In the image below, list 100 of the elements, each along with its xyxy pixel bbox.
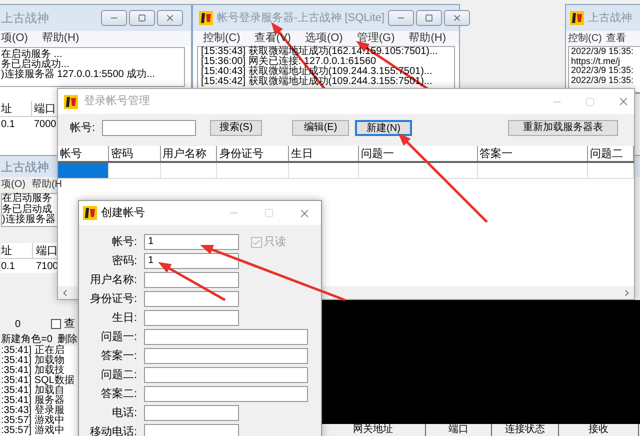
input-field[interactable]: [144, 424, 239, 436]
log-line: 在启动服务: [2, 194, 53, 204]
window-title: 上古战神: [1, 10, 49, 27]
column-header[interactable]: 用户名称: [160, 146, 218, 161]
window-title: 登录帐号管理: [84, 94, 150, 110]
toolbar-button[interactable]: 编辑(E): [292, 120, 349, 136]
field-label: 问题一:: [100, 330, 137, 345]
log-line: 2022/3/9 15:35:: [571, 76, 635, 85]
input-field[interactable]: [144, 386, 308, 402]
window-title: 帐号登录服务器-上古战神 [SQLite]: [217, 10, 384, 26]
close-icon: [452, 13, 462, 23]
table-cell-text: 7000: [33, 118, 58, 129]
column-header[interactable]: 生日: [289, 146, 359, 161]
log-line: 2022/3/9 15:35:: [571, 47, 635, 56]
column-header: 接收: [559, 424, 639, 436]
menu-item[interactable]: 选项(O): [304, 30, 343, 47]
column-header: 址: [1, 243, 33, 258]
column-header[interactable]: 帐号: [58, 146, 109, 161]
column-header: 端口: [426, 424, 492, 436]
close-icon: [165, 13, 175, 23]
input-field[interactable]: [144, 405, 239, 421]
column-header: 址: [0, 101, 32, 116]
log-line: )连接服务器 127.0.0.1:5500 成功...: [1, 70, 156, 80]
input-field[interactable]: [144, 329, 308, 345]
window-title: 创建帐号: [101, 206, 145, 221]
column-header[interactable]: 问题二: [588, 146, 634, 161]
close-button[interactable]: [444, 10, 470, 26]
maximize-icon: [425, 14, 434, 22]
menu-item[interactable]: 项(O): [1, 30, 28, 47]
log-line: 在启动服务 ...: [1, 50, 64, 60]
column-header[interactable]: 答案一: [478, 146, 588, 161]
table-row[interactable]: [58, 163, 634, 179]
field-label: 答案二:: [100, 386, 137, 402]
log-line: 务已启动成: [2, 204, 52, 214]
column-header: 连接状态: [492, 424, 559, 436]
log-line: :35:43] 登录服: [1, 406, 66, 416]
count-value: 0: [14, 318, 22, 332]
field-label: 电话:: [110, 406, 137, 421]
log-line: :35:57] 游戏中: [1, 416, 66, 426]
log-line: :35:41] 加载技: [1, 366, 64, 376]
checkbox-label: 只读: [264, 234, 286, 250]
toolbar-button[interactable]: 搜索(S): [210, 120, 262, 136]
stat-label: 删除: [57, 333, 78, 344]
field-label: 密码:: [110, 254, 137, 269]
menu-item[interactable]: 管理(G): [356, 30, 395, 47]
input-field[interactable]: [144, 348, 308, 364]
log-line: :35:41] 服务器: [1, 396, 66, 406]
maximize-icon[interactable]: [585, 96, 595, 106]
input-field[interactable]: [144, 272, 239, 288]
menu-item[interactable]: 帮助(H: [31, 177, 62, 192]
field-label: 帐号:: [70, 120, 96, 136]
table-cell-text: 0.1: [1, 260, 16, 273]
app-logo-icon: [83, 206, 97, 220]
toolbar-button[interactable]: 新建(N): [355, 120, 412, 136]
close-icon[interactable]: [617, 95, 630, 108]
log-line: )连接服务器: [2, 215, 56, 226]
field-label: 用户名称:: [88, 272, 137, 288]
table-cell-text: 0.1: [0, 118, 16, 129]
input-field[interactable]: [102, 120, 196, 136]
stat-label: 新建角色=0: [1, 332, 52, 344]
menu-item[interactable]: 帮助(H): [42, 30, 80, 47]
field-label: 帐号:: [110, 234, 137, 250]
maximize-icon: [138, 14, 146, 22]
column-header[interactable]: 身份证号: [217, 146, 290, 161]
maximize-button[interactable]: [416, 10, 442, 26]
input-field[interactable]: 1: [144, 234, 239, 250]
field-label: 移动电话:: [88, 424, 137, 436]
window-title: 上古战神: [1, 158, 49, 176]
column-header[interactable]: 问题一: [358, 146, 478, 161]
menu-item[interactable]: 查看: [606, 31, 626, 46]
log-line: :35:41] 加载自: [1, 386, 66, 396]
log-line: 务已启动成功...: [1, 60, 70, 70]
column-header[interactable]: 密码: [108, 146, 161, 161]
minimize-button[interactable]: [101, 10, 127, 26]
input-field[interactable]: [144, 310, 239, 326]
field-label: 答案一:: [100, 348, 137, 364]
input-field[interactable]: 1: [144, 253, 239, 269]
log-line: 2022/3/9 15:35:: [571, 66, 635, 76]
minimize-button[interactable]: [388, 10, 414, 26]
menu-item[interactable]: 项(O): [1, 177, 26, 192]
maximize-button[interactable]: [129, 10, 155, 26]
input-field[interactable]: [144, 367, 308, 383]
checkbox[interactable]: [51, 319, 61, 329]
menu-item[interactable]: 控制(C): [203, 30, 240, 47]
field-label: 身份证号:: [88, 292, 137, 307]
menu-item[interactable]: 帮助(H): [408, 30, 446, 47]
log-line: :35:57] 游戏中: [1, 426, 66, 436]
log-line: :35:41] SQL数据: [1, 376, 76, 386]
menu-item[interactable]: 控制(C): [568, 31, 602, 46]
field-label: 生日:: [110, 310, 137, 326]
input-field[interactable]: [144, 291, 239, 307]
maximize-icon[interactable]: [264, 208, 274, 218]
app-logo-icon: [570, 11, 584, 25]
app-logo-icon: [64, 94, 78, 108]
window-title: 上古战神: [588, 10, 632, 26]
toolbar-button[interactable]: 重新加载服务器表: [508, 120, 618, 136]
log-line: :35:41] 加载物: [1, 356, 66, 366]
close-button[interactable]: [157, 10, 183, 26]
log-line: [15:36:00] 网关已连接: 127.0.0.1:61560: [201, 57, 376, 67]
field-label: 问题二:: [100, 368, 137, 383]
